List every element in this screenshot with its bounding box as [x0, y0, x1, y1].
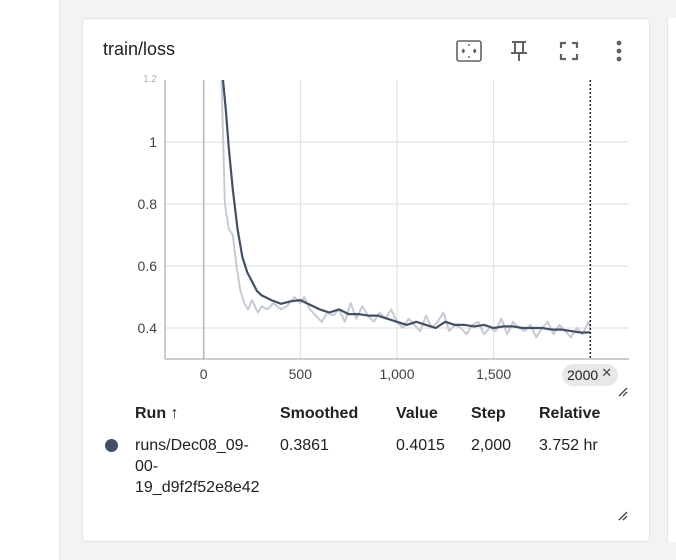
step-badge-label: 2000: [567, 367, 599, 383]
run-name-line: 00-: [135, 458, 159, 475]
run-color-swatch[interactable]: [105, 439, 118, 452]
y-tick-label-partial: 1.2: [143, 74, 157, 85]
line-chart[interactable]: 0.4 0.6 0.8 1 1.2 0 500 1,000 1,500: [83, 19, 649, 399]
close-icon[interactable]: ✕: [601, 362, 612, 384]
col-header-value: Value: [396, 405, 438, 422]
x-tick-label: 1,500: [476, 366, 511, 382]
col-header-step: Step: [471, 405, 506, 422]
scalar-card: train/loss 0.4 0.6 0.8 1 1.2 0 500 1,000 1,500 2…: [82, 18, 650, 542]
adjacent-card-edge: [667, 18, 676, 542]
left-pane: [0, 0, 60, 560]
run-name-line: runs/Dec08_09-: [135, 437, 249, 454]
relative-time: 3.752 hr: [539, 437, 598, 454]
y-tick-label: 0.8: [138, 196, 158, 212]
chart-resize-icon[interactable]: [617, 386, 629, 398]
step-badge[interactable]: 2000 ✕: [562, 362, 619, 386]
x-tick-label: 0: [200, 366, 208, 382]
smoothed-value: 0.3861: [280, 437, 329, 454]
col-header-smoothed: Smoothed: [280, 405, 359, 422]
runs-table: Run ↑ Smoothed Value Step Relative runs/…: [105, 403, 629, 498]
table-row: runs/Dec08_09- 00- 19_d9f2f52e8e42 0.386…: [105, 435, 629, 498]
raw-value: 0.4015: [396, 437, 445, 454]
y-tick-label: 1: [149, 134, 157, 150]
col-header-relative: Relative: [539, 405, 601, 422]
x-tick-label: 500: [289, 366, 313, 382]
y-tick-label: 0.4: [138, 320, 158, 336]
step-value: 2,000: [471, 437, 512, 454]
run-name: runs/Dec08_09- 00- 19_d9f2f52e8e42: [135, 435, 280, 498]
col-header-run[interactable]: Run ↑: [135, 403, 280, 435]
run-name-line: 19_d9f2f52e8e42: [135, 479, 260, 496]
y-tick-label: 0.6: [138, 258, 158, 274]
x-tick-label: 1,000: [379, 366, 414, 382]
card-resize-icon[interactable]: [617, 510, 629, 522]
